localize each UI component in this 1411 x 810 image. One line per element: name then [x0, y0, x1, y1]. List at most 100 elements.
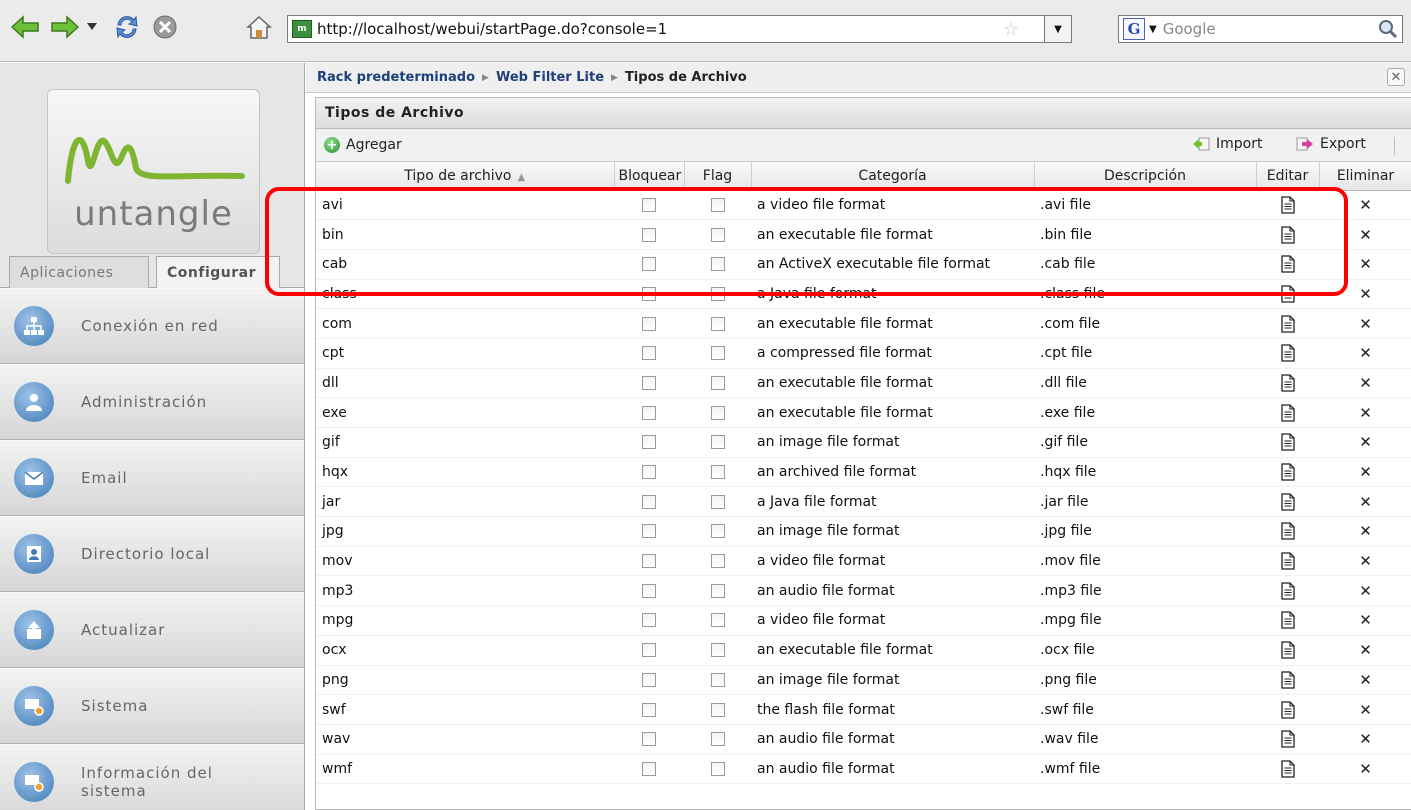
delete-x-icon[interactable]: ✕	[1359, 433, 1372, 451]
flag-checkbox[interactable]	[710, 643, 725, 658]
breadcrumb-rack[interactable]: Rack predeterminado	[317, 70, 475, 85]
table-row[interactable]: mov a video file format .mov file ✕	[316, 546, 1411, 577]
block-checkbox[interactable]	[642, 613, 656, 628]
cell-block[interactable]	[614, 190, 684, 221]
cell-edit[interactable]	[1256, 694, 1319, 725]
bookmark-star-icon[interactable]: ☆	[1003, 19, 1019, 40]
cell-edit[interactable]	[1256, 368, 1319, 399]
reload-icon[interactable]	[112, 12, 142, 42]
edit-document-icon[interactable]	[1280, 314, 1295, 333]
block-checkbox[interactable]	[642, 435, 656, 450]
forward-arrow-icon[interactable]	[50, 12, 80, 42]
tab-configurar[interactable]: Configurar	[156, 256, 280, 289]
edit-document-icon[interactable]	[1280, 582, 1295, 600]
cell-flag[interactable]	[684, 279, 751, 310]
table-row[interactable]: swf the flash file format .swf file ✕	[316, 694, 1411, 725]
edit-document-icon[interactable]	[1280, 344, 1295, 362]
col-header-description[interactable]: Descripción	[1034, 162, 1257, 191]
tab-aplicaciones[interactable]: Aplicaciones	[9, 256, 149, 288]
table-row[interactable]: cpt a compressed file format .cpt file ✕	[316, 338, 1411, 369]
cell-flag[interactable]	[684, 486, 751, 518]
flag-checkbox[interactable]	[710, 554, 725, 569]
block-checkbox[interactable]	[642, 257, 656, 272]
block-checkbox[interactable]	[642, 405, 656, 420]
flag-checkbox[interactable]	[710, 346, 725, 361]
cell-flag[interactable]	[684, 694, 751, 725]
table-row[interactable]: exe an executable file format .exe file ✕	[316, 397, 1411, 428]
export-button[interactable]: Export	[1296, 136, 1366, 152]
table-row[interactable]: cab an ActiveX executable file format .cab…	[316, 249, 1411, 280]
delete-x-icon[interactable]: ✕	[1359, 611, 1372, 629]
edit-document-icon[interactable]	[1280, 463, 1295, 481]
cell-block[interactable]	[614, 308, 684, 339]
flag-checkbox[interactable]	[710, 702, 725, 717]
table-row[interactable]: mp3 an audio file format .mp3 file ✕	[316, 575, 1411, 607]
nav-item-system-info[interactable]: Información del sistema	[0, 744, 304, 810]
flag-checkbox[interactable]	[710, 227, 725, 242]
cell-edit[interactable]	[1256, 516, 1319, 547]
search-bar[interactable]: G ▼ Google	[1118, 15, 1403, 43]
edit-document-icon[interactable]	[1280, 730, 1295, 748]
edit-document-icon[interactable]	[1280, 374, 1295, 392]
cell-flag[interactable]	[684, 635, 751, 666]
flag-checkbox[interactable]	[710, 761, 725, 776]
block-checkbox[interactable]	[642, 286, 656, 301]
cell-flag[interactable]	[684, 605, 751, 636]
cell-block[interactable]	[614, 665, 684, 696]
edit-document-icon[interactable]	[1280, 700, 1295, 719]
col-header-delete[interactable]: Eliminar	[1319, 162, 1411, 191]
table-row[interactable]: class a Java file format .class file ✕	[316, 279, 1411, 310]
cell-edit[interactable]	[1256, 665, 1319, 696]
delete-x-icon[interactable]: ✕	[1359, 582, 1372, 600]
cell-block[interactable]	[614, 754, 684, 785]
table-row[interactable]: png an image file format .png file ✕	[316, 665, 1411, 696]
google-engine-icon[interactable]: G	[1123, 18, 1145, 40]
cell-edit[interactable]	[1256, 605, 1319, 636]
cell-delete[interactable]: ✕	[1319, 635, 1411, 666]
edit-document-icon[interactable]	[1280, 760, 1295, 778]
cell-edit[interactable]	[1256, 575, 1319, 607]
block-checkbox[interactable]	[642, 643, 656, 658]
flag-checkbox[interactable]	[710, 375, 725, 390]
table-row[interactable]: jar a Java file format .jar file ✕	[316, 486, 1411, 518]
edit-document-icon[interactable]	[1280, 493, 1295, 511]
cell-block[interactable]	[614, 605, 684, 636]
table-row[interactable]: avi a video file format .avi file ✕	[316, 190, 1411, 221]
url-text[interactable]: http://localhost/webui/startPage.do?cons…	[317, 20, 667, 38]
nav-item-local-directory[interactable]: Directorio local	[0, 516, 304, 592]
cell-delete[interactable]: ✕	[1319, 665, 1411, 696]
table-row[interactable]: hqx an archived file format .hqx file ✕	[316, 457, 1411, 488]
cell-flag[interactable]	[684, 575, 751, 607]
block-checkbox[interactable]	[642, 583, 656, 598]
cell-block[interactable]	[614, 694, 684, 725]
flag-checkbox[interactable]	[710, 732, 725, 747]
cell-flag[interactable]	[684, 338, 751, 369]
cell-edit[interactable]	[1256, 724, 1319, 755]
delete-x-icon[interactable]: ✕	[1359, 671, 1372, 689]
cell-flag[interactable]	[684, 665, 751, 696]
flag-checkbox[interactable]	[710, 465, 725, 480]
col-header-edit[interactable]: Editar	[1256, 162, 1320, 191]
home-icon[interactable]	[244, 12, 274, 42]
edit-document-icon[interactable]	[1280, 611, 1295, 630]
cell-block[interactable]	[614, 279, 684, 310]
url-bar[interactable]: m http://localhost/webui/startPage.do?co…	[287, 15, 1072, 43]
stop-icon[interactable]	[150, 12, 180, 42]
edit-document-icon[interactable]	[1280, 196, 1295, 214]
block-checkbox[interactable]	[642, 197, 656, 212]
block-checkbox[interactable]	[642, 732, 656, 747]
delete-x-icon[interactable]: ✕	[1359, 463, 1372, 481]
flag-checkbox[interactable]	[710, 524, 725, 539]
cell-edit[interactable]	[1256, 635, 1319, 666]
cell-flag[interactable]	[684, 724, 751, 755]
edit-document-icon[interactable]	[1280, 255, 1295, 273]
cell-delete[interactable]: ✕	[1319, 249, 1411, 280]
edit-document-icon[interactable]	[1280, 285, 1295, 303]
cell-delete[interactable]: ✕	[1319, 754, 1411, 785]
cell-edit[interactable]	[1256, 754, 1319, 785]
cell-edit[interactable]	[1256, 308, 1319, 339]
cell-delete[interactable]: ✕	[1319, 457, 1411, 488]
cell-block[interactable]	[614, 427, 684, 458]
cell-delete[interactable]: ✕	[1319, 368, 1411, 399]
delete-x-icon[interactable]: ✕	[1359, 730, 1372, 748]
